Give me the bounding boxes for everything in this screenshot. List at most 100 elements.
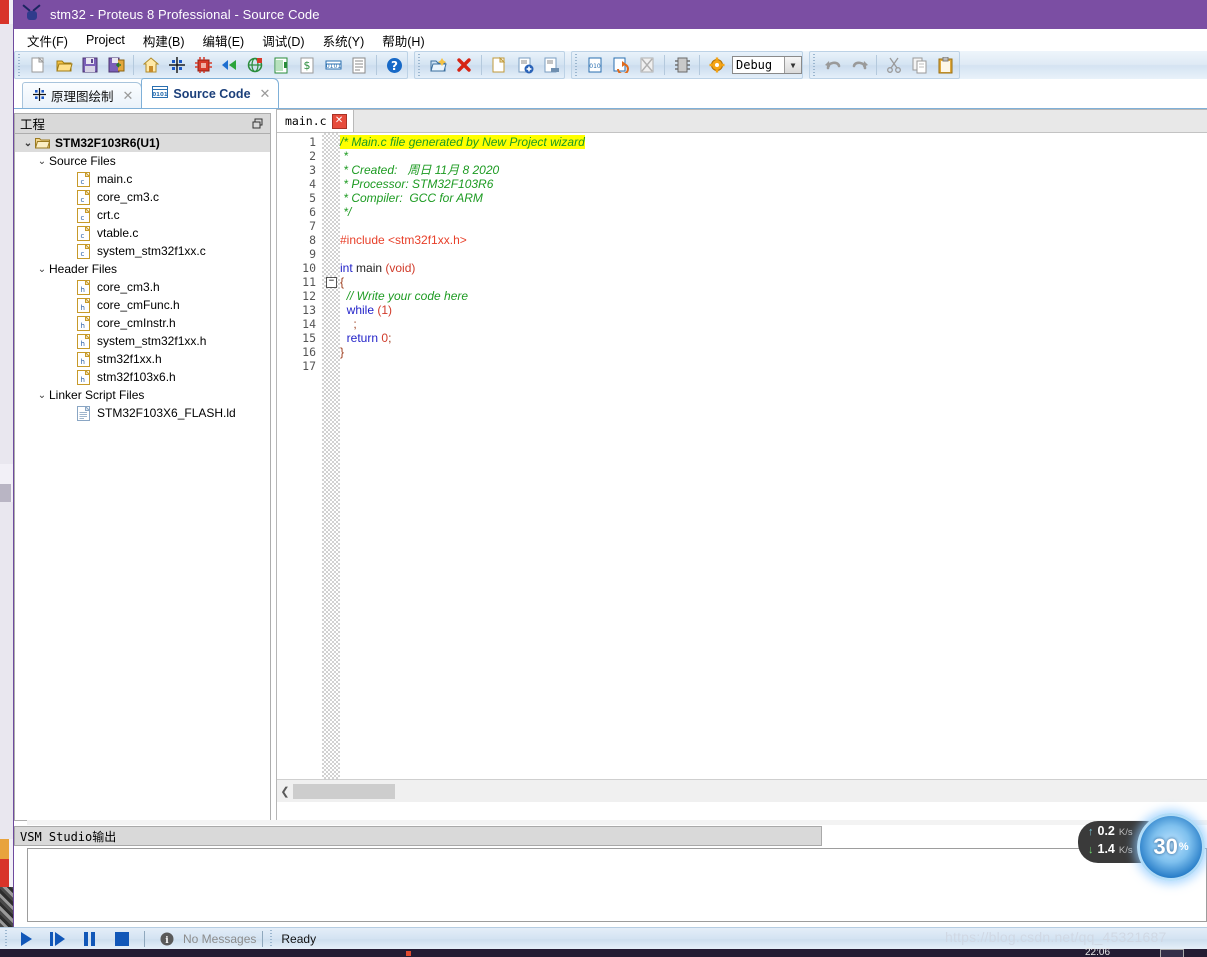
toolbar-gripper-1[interactable] [17, 54, 23, 76]
tree-item[interactable]: h core_cmInstr.h [15, 314, 270, 332]
build-configuration-select[interactable]: Debug ▼ [732, 56, 802, 74]
pcb-layout-icon[interactable] [191, 53, 215, 77]
tree-item[interactable]: c main.c [15, 170, 270, 188]
code-fold-toggle-icon[interactable]: − [326, 277, 337, 288]
horizontal-scroll-thumb[interactable] [293, 783, 395, 799]
remove-source-icon[interactable] [539, 53, 563, 77]
code-line[interactable]: ; [340, 317, 1207, 331]
new-file-icon[interactable] [26, 53, 50, 77]
cpu-usage-orb[interactable]: 30 % [1137, 813, 1205, 881]
menu-edit[interactable]: 编辑(E) [194, 28, 254, 53]
tab-source-code-close-icon[interactable]: ✕ [260, 86, 271, 102]
close-project-icon[interactable] [452, 53, 476, 77]
source-code-text[interactable]: /* Main.c file generated by New Project … [340, 133, 1207, 802]
open-file-icon[interactable] [52, 53, 76, 77]
open-project-icon[interactable] [426, 53, 450, 77]
cut-icon[interactable] [882, 53, 906, 77]
code-line[interactable]: * Compiler: GCC for ARM [340, 191, 1207, 205]
code-line[interactable]: while (1) [340, 303, 1207, 317]
save-exit-icon[interactable] [104, 53, 128, 77]
tab-schematic-close-icon[interactable]: ✕ [123, 88, 134, 104]
menu-debug[interactable]: 调试(D) [253, 28, 313, 53]
menu-help[interactable]: 帮助(H) [373, 28, 433, 53]
code-line[interactable]: return 0; [340, 331, 1207, 345]
chevron-down-icon[interactable]: ⌄ [35, 156, 49, 167]
tree-item[interactable]: ⌄ Source Files [15, 152, 270, 170]
menu-file[interactable]: 文件(F) [18, 28, 77, 53]
tab-source-code[interactable]: 0101 Source Code ✕ [141, 78, 280, 108]
help-icon[interactable]: ? [382, 53, 406, 77]
tree-item[interactable]: h stm32f1xx.h [15, 350, 270, 368]
toolbar-gripper-3[interactable] [574, 54, 580, 76]
run-button[interactable] [10, 929, 42, 949]
save-icon[interactable] [78, 53, 102, 77]
step-button[interactable] [42, 929, 74, 949]
menu-build[interactable]: 构建(B) [134, 28, 194, 53]
tree-item[interactable]: h core_cm3.h [15, 278, 270, 296]
3d-visualizer-icon[interactable] [217, 53, 241, 77]
output-panel-body[interactable] [27, 848, 1207, 922]
editor-tab-mainc[interactable]: main.c ✕ [277, 110, 354, 132]
code-line[interactable]: { [340, 275, 1207, 289]
clean-project-icon[interactable] [635, 53, 659, 77]
code-line[interactable] [340, 219, 1207, 233]
tree-item[interactable]: c system_stm32f1xx.c [15, 242, 270, 260]
code-line[interactable]: * [340, 149, 1207, 163]
tree-item[interactable]: c core_cm3.c [15, 188, 270, 206]
code-line[interactable] [340, 359, 1207, 373]
toolbar-gripper-2[interactable] [417, 54, 423, 76]
code-line[interactable]: #include <stm32f1xx.h> [340, 233, 1207, 247]
chevron-down-icon[interactable]: ⌄ [21, 138, 35, 149]
code-line[interactable] [340, 247, 1207, 261]
status-gripper-2[interactable] [269, 930, 276, 948]
tree-item[interactable]: c vtable.c [15, 224, 270, 242]
redo-icon[interactable] [847, 53, 871, 77]
code-line[interactable]: int main (void) [340, 261, 1207, 275]
restore-window-icon[interactable] [251, 117, 265, 131]
tree-item[interactable]: h core_cmFunc.h [15, 296, 270, 314]
tree-item[interactable]: c crt.c [15, 206, 270, 224]
chevron-down-icon[interactable]: ⌄ [35, 390, 49, 401]
tree-item[interactable]: STM32F103X6_FLASH.ld [15, 404, 270, 422]
copy-icon[interactable] [908, 53, 932, 77]
firmware-icon[interactable] [670, 53, 694, 77]
bill-of-materials-icon[interactable] [269, 53, 293, 77]
build-project-icon[interactable]: 010 [583, 53, 607, 77]
home-icon[interactable] [139, 53, 163, 77]
tree-item[interactable]: ⌄ Header Files [15, 260, 270, 278]
source-code-tool-icon[interactable] [243, 53, 267, 77]
taskbar-tray-box[interactable] [1160, 949, 1184, 957]
paste-icon[interactable] [934, 53, 958, 77]
notes-icon[interactable] [347, 53, 371, 77]
chevron-down-icon[interactable]: ⌄ [35, 264, 49, 275]
undo-icon[interactable] [821, 53, 845, 77]
chevron-down-icon[interactable]: ▼ [784, 57, 801, 73]
code-area[interactable]: 1 2 3 4 5 6 7 8 9 10 11 12 13 14 15 16 17 − /* Main.c fi… [277, 133, 1207, 802]
code-folding-gutter[interactable]: − [322, 133, 340, 802]
code-line[interactable]: * Processor: STM32F103R6 [340, 177, 1207, 191]
editor-tab-close-icon[interactable]: ✕ [331, 113, 347, 129]
code-line[interactable]: // Write your code here [340, 289, 1207, 303]
project-tree[interactable]: ⌄ STM32F103R6(U1) ⌄ Source Files c main.c c cor… [14, 133, 271, 821]
design-explorer-icon[interactable]: 0101 [321, 53, 345, 77]
tree-item[interactable]: ⌄ Linker Script Files [15, 386, 270, 404]
tree-item[interactable]: h stm32f103x6.h [15, 368, 270, 386]
code-line[interactable]: * Created: 周日 11月 8 2020 [340, 163, 1207, 177]
new-source-icon[interactable] [487, 53, 511, 77]
pause-button[interactable] [74, 929, 106, 949]
dollar-report-icon[interactable]: $ [295, 53, 319, 77]
scroll-left-icon[interactable]: ❮ [277, 785, 293, 798]
menu-project[interactable]: Project [77, 30, 134, 50]
rebuild-project-icon[interactable] [609, 53, 633, 77]
taskbar-app-icon[interactable] [406, 951, 411, 956]
code-line[interactable]: } [340, 345, 1207, 359]
tab-schematic-capture[interactable]: 原理图绘制 ✕ [22, 82, 143, 108]
horizontal-scrollbar[interactable]: ❮ [277, 779, 1207, 802]
toolbar-gripper-4[interactable] [812, 54, 818, 76]
tree-item[interactable]: h system_stm32f1xx.h [15, 332, 270, 350]
stop-button[interactable] [106, 929, 138, 949]
tree-item[interactable]: ⌄ STM32F103R6(U1) [15, 134, 270, 152]
menu-system[interactable]: 系统(Y) [314, 28, 374, 53]
schematic-capture-icon[interactable] [165, 53, 189, 77]
code-line[interactable]: */ [340, 205, 1207, 219]
